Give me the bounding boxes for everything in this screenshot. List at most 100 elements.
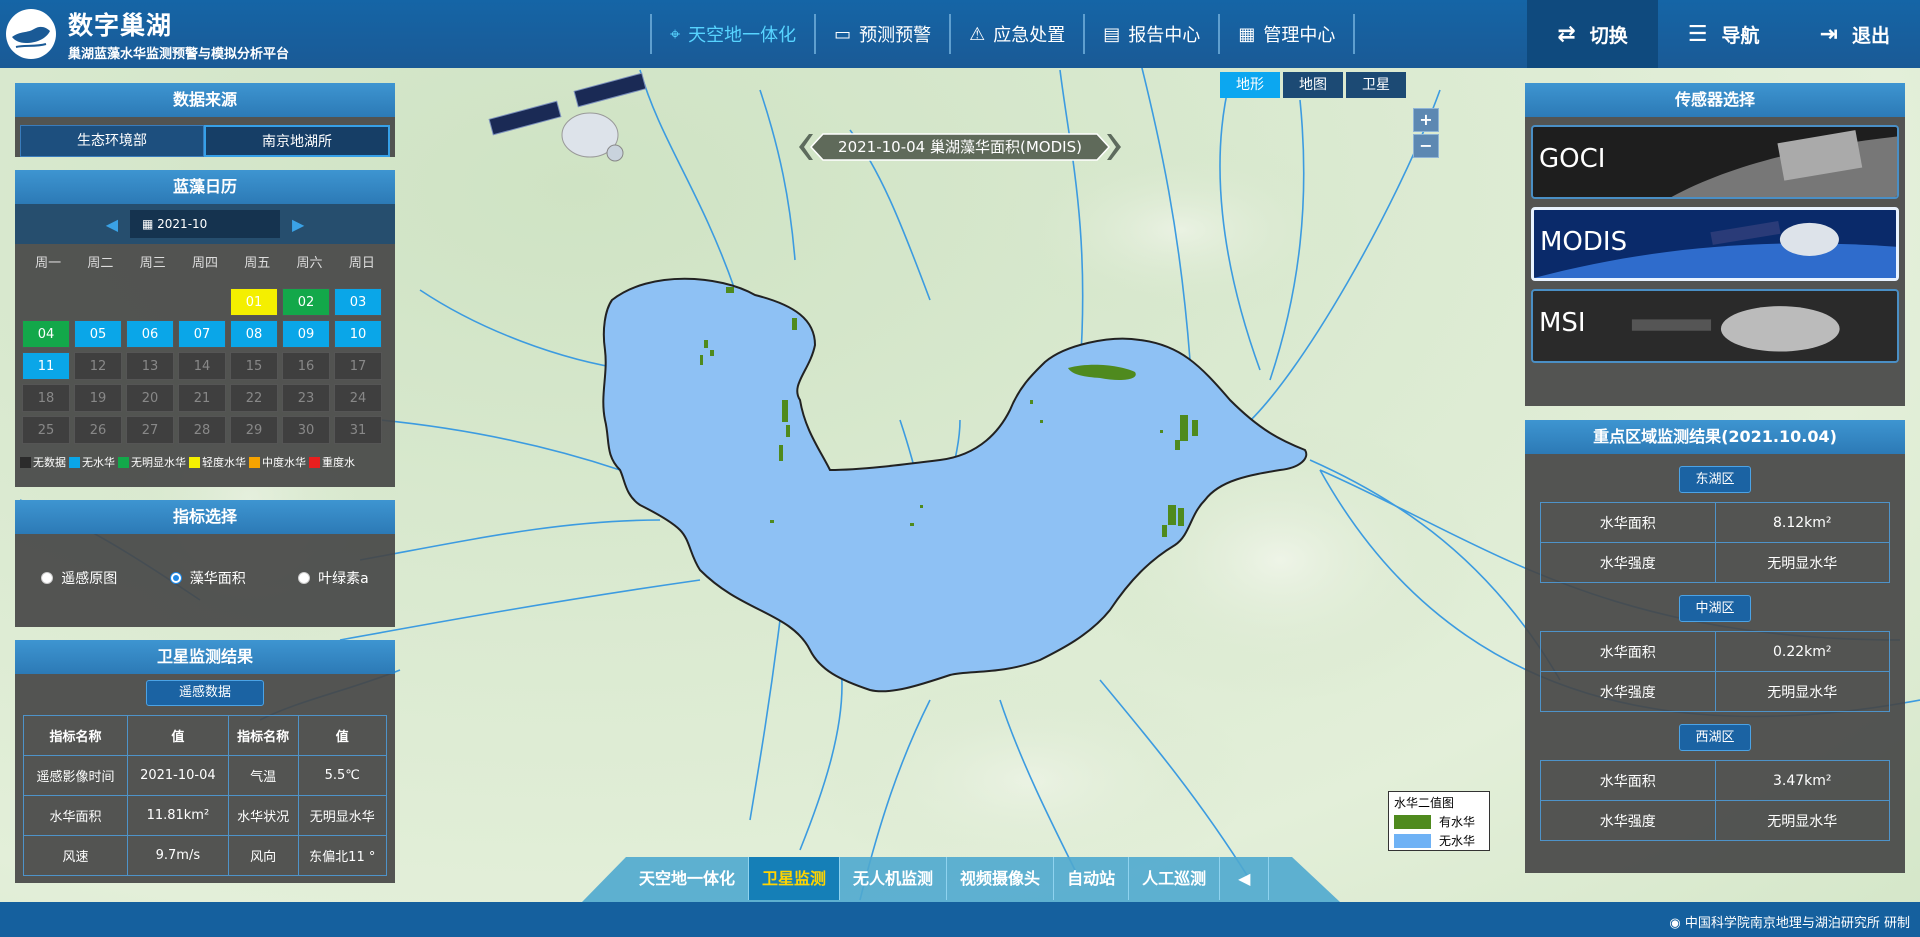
calendar-day[interactable]: 18 xyxy=(22,384,70,412)
navigation-button[interactable]: ☰ 导航 xyxy=(1658,0,1790,68)
table-row: 水华面积 8.12km² xyxy=(1540,502,1890,543)
source-tab-mee[interactable]: 生态环境部 xyxy=(20,125,204,157)
calendar-day[interactable]: 08 xyxy=(230,320,278,348)
legend-swatch xyxy=(69,456,80,468)
table-row: 水华强度 无明显水华 xyxy=(1540,542,1890,583)
focus-area-panel: 重点区域监测结果(2021.10.04) 东湖区 水华面积 8.12km² 水华强… xyxy=(1525,420,1905,873)
table-cell: 水华面积 xyxy=(1540,631,1716,672)
radio-circle[interactable] xyxy=(298,572,311,584)
table-row: 风速 9.7m/s 风向 东偏北11 ° xyxy=(23,835,388,876)
calendar-day[interactable]: 14 xyxy=(178,352,226,380)
calendar-day[interactable]: 29 xyxy=(230,416,278,444)
nav-item-integration[interactable]: ⌖ 天空地一体化 xyxy=(650,14,814,54)
zone-west-button[interactable]: 西湖区 xyxy=(1679,724,1751,751)
map-type-map[interactable]: 地图 xyxy=(1283,72,1343,98)
tab-integration[interactable]: 天空地一体化 xyxy=(626,857,750,900)
institute-logo-icon: ◉ xyxy=(1669,916,1685,931)
tab-video-camera[interactable]: 视频摄像头 xyxy=(947,857,1055,900)
table-row: 遥感影像时间 2021-10-04 气温 5.5℃ xyxy=(23,755,388,796)
calendar-day[interactable]: 12 xyxy=(74,352,122,380)
tab-manual-patrol[interactable]: 人工巡测 xyxy=(1129,857,1221,900)
monitor-chart-icon: ▭ xyxy=(834,23,852,45)
collapse-tabs-icon[interactable]: ◀ xyxy=(1220,857,1270,900)
table-cell: 东偏北11 ° xyxy=(297,835,388,876)
satellite-result-title: 卫星监测结果 xyxy=(15,640,395,674)
calendar-day[interactable]: 23 xyxy=(282,384,330,412)
calendar-day[interactable]: 20 xyxy=(126,384,174,412)
legend-item: 轻度水华 xyxy=(189,454,246,470)
radio-chlorophyll-a[interactable]: 叶绿素a xyxy=(298,568,369,588)
calendar-day[interactable]: 10 xyxy=(334,320,382,348)
calendar-day[interactable]: 13 xyxy=(126,352,174,380)
map-type-switcher: 地形 地图 卫星 xyxy=(1220,72,1409,98)
calendar-day[interactable]: 30 xyxy=(282,416,330,444)
footer: ◉ 中国科学院南京地理与湖泊研究所 研制 xyxy=(0,902,1920,937)
calendar-day[interactable]: 07 xyxy=(178,320,226,348)
nav-item-management[interactable]: ▦ 管理中心 xyxy=(1218,14,1356,54)
month-picker[interactable]: ▦ 2021-10 xyxy=(130,210,280,238)
table-cell: 3.47km² xyxy=(1714,760,1890,801)
prev-month-icon[interactable]: ◀ xyxy=(106,215,118,234)
tab-satellite-monitoring[interactable]: 卫星监测 xyxy=(749,857,841,900)
calendar-day[interactable]: 01 xyxy=(230,288,278,316)
logout-button[interactable]: ⇥ 退出 xyxy=(1790,0,1920,68)
calendar-day[interactable]: 26 xyxy=(74,416,122,444)
calendar-day[interactable]: 02 xyxy=(282,288,330,316)
legend-item: 中度水华 xyxy=(249,454,306,470)
header-actions: ⇄ 切换 ☰ 导航 ⇥ 退出 xyxy=(1527,0,1920,68)
calendar-day[interactable]: 06 xyxy=(126,320,174,348)
zoom-out-button[interactable]: − xyxy=(1413,134,1439,158)
calendar-day[interactable]: 24 xyxy=(334,384,382,412)
radio-circle[interactable] xyxy=(41,572,54,584)
tab-drone-monitoring[interactable]: 无人机监测 xyxy=(840,857,948,900)
radio-circle[interactable] xyxy=(169,572,182,584)
data-source-title: 数据来源 xyxy=(15,83,395,117)
map-type-terrain[interactable]: 地形 xyxy=(1220,72,1280,98)
remote-data-button[interactable]: 遥感数据 xyxy=(146,680,264,706)
calendar-grid: 01 02 03 04 05 06 07 08 09 10 11 12 13 14 15 16 17 18 19 20… xyxy=(15,280,395,444)
calendar-day[interactable]: 27 xyxy=(126,416,174,444)
calendar-icon: ▦ xyxy=(142,217,158,231)
calendar-day[interactable]: 11 xyxy=(22,352,70,380)
table-header: 值 xyxy=(127,715,229,756)
weekday-label: 周三 xyxy=(139,256,166,271)
calendar-title: 蓝藻日历 xyxy=(15,170,395,204)
tab-auto-station[interactable]: 自动站 xyxy=(1054,857,1130,900)
calendar-day[interactable]: 22 xyxy=(230,384,278,412)
calendar-day[interactable]: 09 xyxy=(282,320,330,348)
calendar-day[interactable]: 17 xyxy=(334,352,382,380)
calendar-day[interactable]: 15 xyxy=(230,352,278,380)
nav-item-reports[interactable]: ▤ 报告中心 xyxy=(1083,14,1218,54)
zoom-in-button[interactable]: + xyxy=(1413,108,1439,132)
calendar-day[interactable]: 03 xyxy=(334,288,382,316)
calendar-day[interactable]: 25 xyxy=(22,416,70,444)
legend-item: 无明显水华 xyxy=(118,454,186,470)
calendar-day[interactable]: 21 xyxy=(178,384,226,412)
calendar-day[interactable]: 04 xyxy=(22,320,70,348)
calendar-day[interactable]: 19 xyxy=(74,384,122,412)
switch-button[interactable]: ⇄ 切换 xyxy=(1527,0,1658,68)
zone-middle-button[interactable]: 中湖区 xyxy=(1679,595,1751,622)
table-cell: 水华状况 xyxy=(227,795,299,836)
sensor-msi[interactable]: MSI xyxy=(1531,289,1899,363)
map-type-satellite[interactable]: 卫星 xyxy=(1346,72,1406,98)
calendar-day[interactable]: 31 xyxy=(334,416,382,444)
zone-east-button[interactable]: 东湖区 xyxy=(1679,466,1751,493)
calendar-day[interactable]: 28 xyxy=(178,416,226,444)
source-tab-niglas[interactable]: 南京地湖所 xyxy=(204,125,390,157)
radio-remote-image[interactable]: 遥感原图 xyxy=(41,568,117,588)
nav-item-forecast[interactable]: ▭ 预测预警 xyxy=(814,14,949,54)
nav-item-emergency[interactable]: ⚠ 应急处置 xyxy=(949,14,1083,54)
sensor-goci[interactable]: GOCI xyxy=(1531,125,1899,199)
table-header: 值 xyxy=(297,715,388,756)
weekday-label: 周五 xyxy=(244,256,271,271)
calendar-day[interactable]: 16 xyxy=(282,352,330,380)
sensor-modis[interactable]: MODIS xyxy=(1531,207,1899,281)
radio-bloom-area[interactable]: 藻华面积 xyxy=(169,568,246,588)
satellite-decoration xyxy=(488,72,647,162)
calendar-legend: 无数据 无水华 无明显水华 轻度水华 中度水华 重度水 xyxy=(15,454,395,470)
map-legend-title: 水华二值图 xyxy=(1394,796,1455,810)
calendar-day[interactable]: 05 xyxy=(74,320,122,348)
next-month-icon[interactable]: ▶ xyxy=(292,215,304,234)
map-legend: 水华二值图 有水华 无水华 xyxy=(1388,791,1490,851)
